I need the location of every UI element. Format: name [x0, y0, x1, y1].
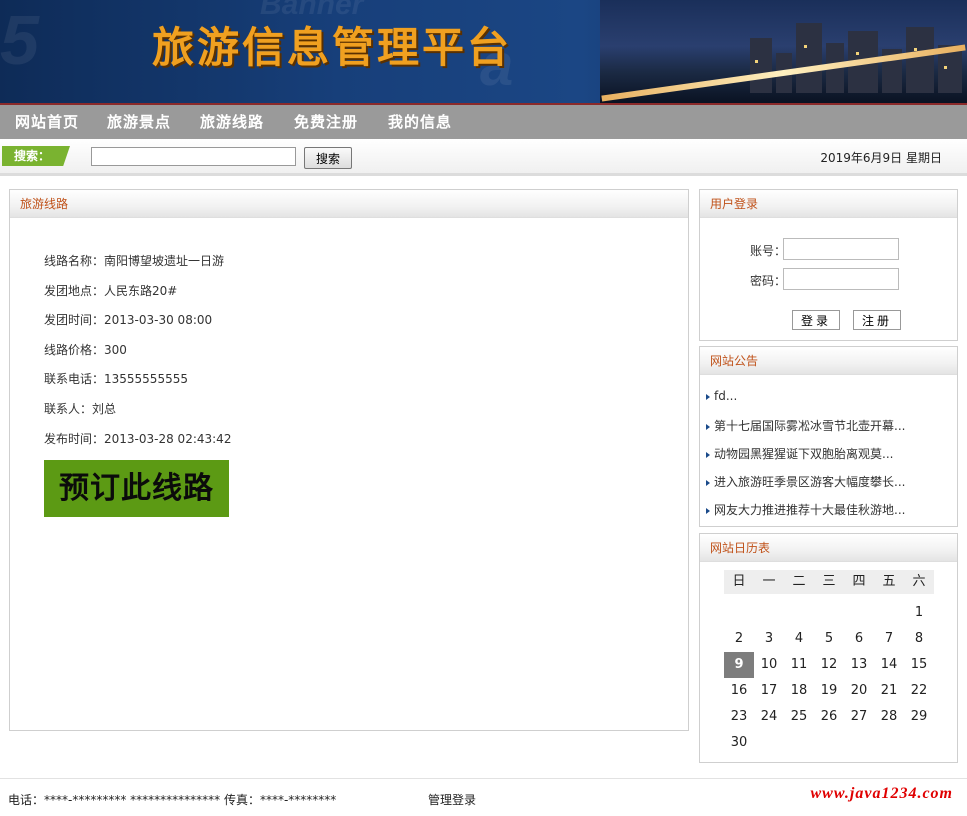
departure-place: 发团地点：人民东路20# [44, 284, 178, 298]
panel-title: 网站公告 [700, 347, 957, 375]
admin-login-link[interactable]: 管理登录 [428, 791, 476, 808]
calendar-day[interactable]: 26 [814, 704, 844, 730]
notice-item[interactable]: 网友大力推进推荐十大最佳秋游地... [706, 501, 905, 518]
calendar-day[interactable]: 11 [784, 652, 814, 678]
calendar-weekday: 一 [754, 570, 784, 594]
calendar-day[interactable]: 10 [754, 652, 784, 678]
footer-contact: 电话：****-********* *************** 传真：***… [8, 793, 337, 807]
calendar-day[interactable]: 8 [904, 626, 934, 652]
calendar-day[interactable]: 3 [754, 626, 784, 652]
header-banner: 5 Banner a 旅游信息管理平台 [0, 0, 967, 105]
notice-item[interactable]: 动物园黑猩猩诞下双胞胎离观莫... [706, 445, 893, 462]
arrow-bullet-icon [706, 423, 710, 430]
calendar-day[interactable]: 12 [814, 652, 844, 678]
calendar-weekday: 日 [724, 570, 754, 594]
account-input[interactable] [783, 238, 899, 260]
publish-time: 发布时间：2013-03-28 02:43:42 [44, 432, 232, 446]
nav-item-register[interactable]: 免费注册 [294, 105, 358, 139]
arrow-bullet-icon [706, 507, 710, 514]
panel-title: 用户登录 [700, 190, 957, 218]
password-input[interactable] [783, 268, 899, 290]
password-label: 密码： [750, 274, 787, 288]
calendar-day[interactable]: 24 [754, 704, 784, 730]
route-detail-panel: 旅游线路 线路名称：南阳博望坡遗址一日游 发团地点：人民东路20# 发团时间：2… [9, 189, 689, 731]
panel-title: 网站日历表 [700, 534, 957, 562]
calendar-day[interactable]: 7 [874, 626, 904, 652]
current-date: 2019年6月9日 星期日 [820, 151, 942, 165]
calendar-day[interactable]: 25 [784, 704, 814, 730]
calendar-day[interactable]: 13 [844, 652, 874, 678]
login-button[interactable]: 登录 [792, 310, 840, 330]
watermark: www.java1234.com [810, 785, 953, 802]
notice-item[interactable]: 进入旅游旺季景区游客大幅度攀长... [706, 473, 905, 490]
calendar-weekday: 五 [874, 570, 904, 594]
calendar-day-today[interactable]: 9 [724, 652, 754, 678]
departure-time: 发团时间：2013-03-30 08:00 [44, 313, 213, 327]
book-route-button[interactable]: 预订此线路 [44, 460, 229, 517]
calendar-weekday: 二 [784, 570, 814, 594]
arrow-bullet-icon [706, 451, 710, 458]
calendar-day[interactable]: 16 [724, 678, 754, 704]
calendar-day[interactable]: 17 [754, 678, 784, 704]
search-input[interactable] [91, 147, 296, 166]
calendar-day[interactable]: 23 [724, 704, 754, 730]
notice-item[interactable]: 第十七届国际雾凇冰雪节北壶开幕... [706, 417, 905, 434]
calendar-day[interactable]: 27 [844, 704, 874, 730]
contact-phone: 联系电话：13555555555 [44, 372, 188, 386]
calendar-day[interactable]: 22 [904, 678, 934, 704]
nav-item-my-info[interactable]: 我的信息 [388, 105, 452, 139]
main-nav: 网站首页 旅游景点 旅游线路 免费注册 我的信息 [0, 105, 967, 139]
notice-item[interactable]: fd... [706, 389, 737, 403]
calendar-day[interactable]: 20 [844, 678, 874, 704]
nav-item-attractions[interactable]: 旅游景点 [107, 105, 171, 139]
calendar-weekday: 六 [904, 570, 934, 594]
nav-item-home[interactable]: 网站首页 [15, 105, 79, 139]
panel-title: 旅游线路 [10, 190, 688, 218]
site-title: 旅游信息管理平台 [152, 23, 513, 72]
calendar-day[interactable]: 14 [874, 652, 904, 678]
banner-decoration: 5 [0, 1, 39, 79]
calendar-day[interactable]: 28 [874, 704, 904, 730]
nav-item-routes[interactable]: 旅游线路 [200, 105, 264, 139]
footer: 电话：****-********* *************** 传真：***… [0, 778, 967, 816]
calendar-day[interactable]: 21 [874, 678, 904, 704]
calendar-day[interactable]: 6 [844, 626, 874, 652]
site-notice-panel: 网站公告 fd... 第十七届国际雾凇冰雪节北壶开幕... 动物园黑猩猩诞下双胞… [699, 346, 958, 527]
calendar-day[interactable]: 30 [724, 730, 754, 756]
calendar-day[interactable]: 19 [814, 678, 844, 704]
calendar-day[interactable]: 29 [904, 704, 934, 730]
arrow-bullet-icon [706, 393, 710, 400]
calendar-day[interactable]: 5 [814, 626, 844, 652]
search-label: 搜索： [2, 146, 70, 166]
calendar-day[interactable]: 2 [724, 626, 754, 652]
calendar-weekday: 四 [844, 570, 874, 594]
arrow-bullet-icon [706, 479, 710, 486]
site-calendar-panel: 网站日历表 日一二三四五六 1 2 3 4 5 6 7 8 9 10 11 12 13 14 15 16 17 18… [699, 533, 958, 763]
calendar-day[interactable]: 4 [784, 626, 814, 652]
calendar-day[interactable]: 18 [784, 678, 814, 704]
calendar-day[interactable]: 1 [904, 600, 934, 626]
search-bar: 搜索： 搜索 2019年6月9日 星期日 [0, 139, 967, 176]
calendar-day[interactable]: 15 [904, 652, 934, 678]
register-button[interactable]: 注册 [853, 310, 901, 330]
route-name: 线路名称：南阳博望坡遗址一日游 [44, 254, 225, 268]
contact-person: 联系人：刘总 [44, 402, 117, 416]
user-login-panel: 用户登录 账号： 密码： 登录 注册 [699, 189, 958, 341]
account-label: 账号： [750, 244, 787, 258]
calendar-weekday: 三 [814, 570, 844, 594]
search-button[interactable]: 搜索 [304, 147, 352, 169]
route-price: 线路价格：300 [44, 343, 127, 357]
city-night-image [600, 0, 967, 103]
